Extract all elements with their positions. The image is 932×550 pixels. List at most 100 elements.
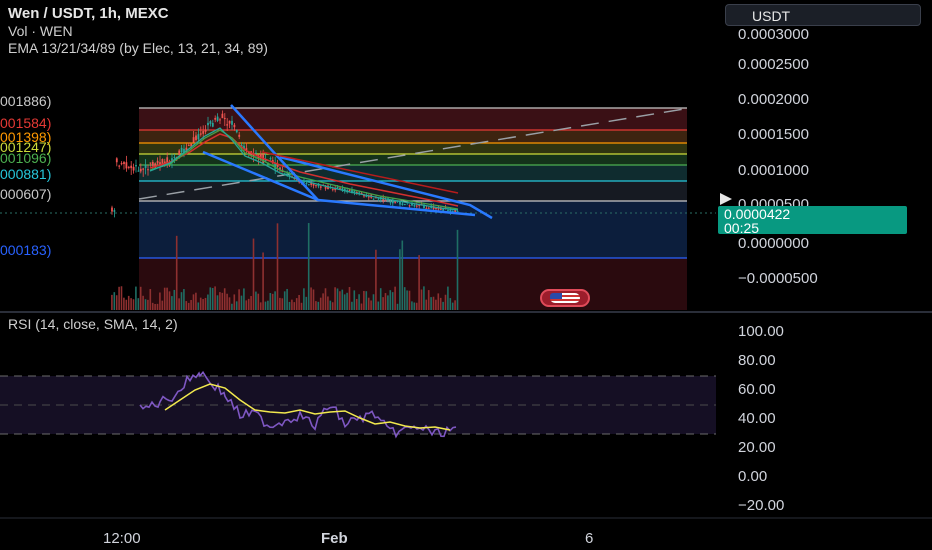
us-flag-icon-inner [550,293,580,303]
symbol-title[interactable]: Wen / USDT, 1h, MEXC [8,4,268,23]
candle-body [305,183,308,185]
volume-bar [247,298,250,310]
volume-bar [202,299,204,310]
volume-bar [307,223,310,310]
candle-body [427,207,430,209]
volume-bar [317,301,320,310]
volume-bar [171,296,173,310]
fib-zone [139,258,687,310]
volume-bar [211,288,214,310]
fib-level-label: 000183) [0,242,52,258]
volume-bar [346,292,348,310]
candle-body [415,205,418,207]
fib-level-label: 001886) [0,93,52,109]
volume-bar [303,288,305,310]
volume-bar [214,286,216,310]
candle-body [113,210,116,212]
volume-bar [125,299,128,310]
volume-bar [195,292,197,310]
volume-bar [451,302,454,310]
candle-body [269,158,272,160]
candle-body [137,170,140,172]
volume-bar [343,294,346,310]
last-price-tag: 0.0000422 00:25 [718,206,907,235]
volume-bar [257,293,260,310]
volume-bar [243,288,245,310]
volume-bar [118,286,120,310]
volume-bar [439,297,442,310]
volume-bar [351,301,353,310]
volume-bar [286,288,288,310]
candle-body [132,166,135,171]
candle-body [207,122,209,126]
volume-bar [341,289,344,310]
volume-bar [300,302,303,310]
volume-bar [331,302,334,310]
candle-body [231,120,233,125]
candle-body [255,152,257,154]
volume-bar [156,303,159,310]
candle-body [367,196,370,198]
price-axis-label: 0.0002000 [738,91,809,108]
candle-body [286,173,289,175]
candle-body [394,202,397,204]
fib-zone [139,130,687,143]
currency-button[interactable]: USDT [725,4,921,26]
candle-body [401,203,404,205]
volume-bar [418,255,420,310]
volume-bar [295,298,298,310]
volume-bar [454,300,456,310]
candle-body [120,163,123,165]
volume-bar [360,303,363,310]
volume-bar [334,287,336,310]
volume-bar [115,295,118,310]
volume-bar [175,235,178,310]
volume-bar [250,296,252,310]
candle-body [226,124,229,126]
ema-legend[interactable]: EMA 13/21/34/89 (by Elec, 13, 21, 34, 89… [8,40,268,57]
rsi-legend[interactable]: RSI (14, close, SMA, 14, 2) [8,316,178,332]
candle-body [425,207,428,209]
candle-body [233,124,236,128]
volume-bar [315,301,317,310]
volume-bar [123,297,125,310]
volume-bar [267,300,269,310]
volume-bar [185,301,188,310]
volume-bar [187,302,190,310]
candle-body [144,164,147,168]
volume-bar [168,291,171,310]
volume-bar [322,293,324,310]
volume-bar [245,300,248,310]
candle-body [413,205,416,207]
candle-body [173,156,176,158]
us-flag-icon[interactable] [540,289,590,307]
volume-bar [183,289,185,310]
volume-bar [396,303,399,310]
rsi-axis-label: 60.00 [738,381,776,398]
candle-body [228,120,231,124]
volume-bar [370,300,372,310]
candle-body [235,129,238,133]
candle-body [115,158,118,163]
candle-body [223,117,226,120]
candle-body [336,186,339,189]
volume-bar [199,297,202,310]
volume-legend[interactable]: Vol · WEN [8,23,268,40]
candle-body [389,202,392,204]
volume-bar [319,297,322,310]
candle-body [127,166,130,168]
candle-body [315,185,317,187]
candle-body [331,189,334,191]
candle-body [447,209,449,211]
volume-bar [233,294,236,310]
candle-body [130,165,133,169]
volume-bar [425,299,428,310]
volume-bar [413,302,416,310]
volume-bar [135,286,137,310]
candle-body [180,147,183,153]
volume-bar [113,292,116,310]
candle-body [135,165,137,167]
volume-bar [305,296,308,310]
candle-body [307,184,310,186]
volume-bar [415,302,418,310]
